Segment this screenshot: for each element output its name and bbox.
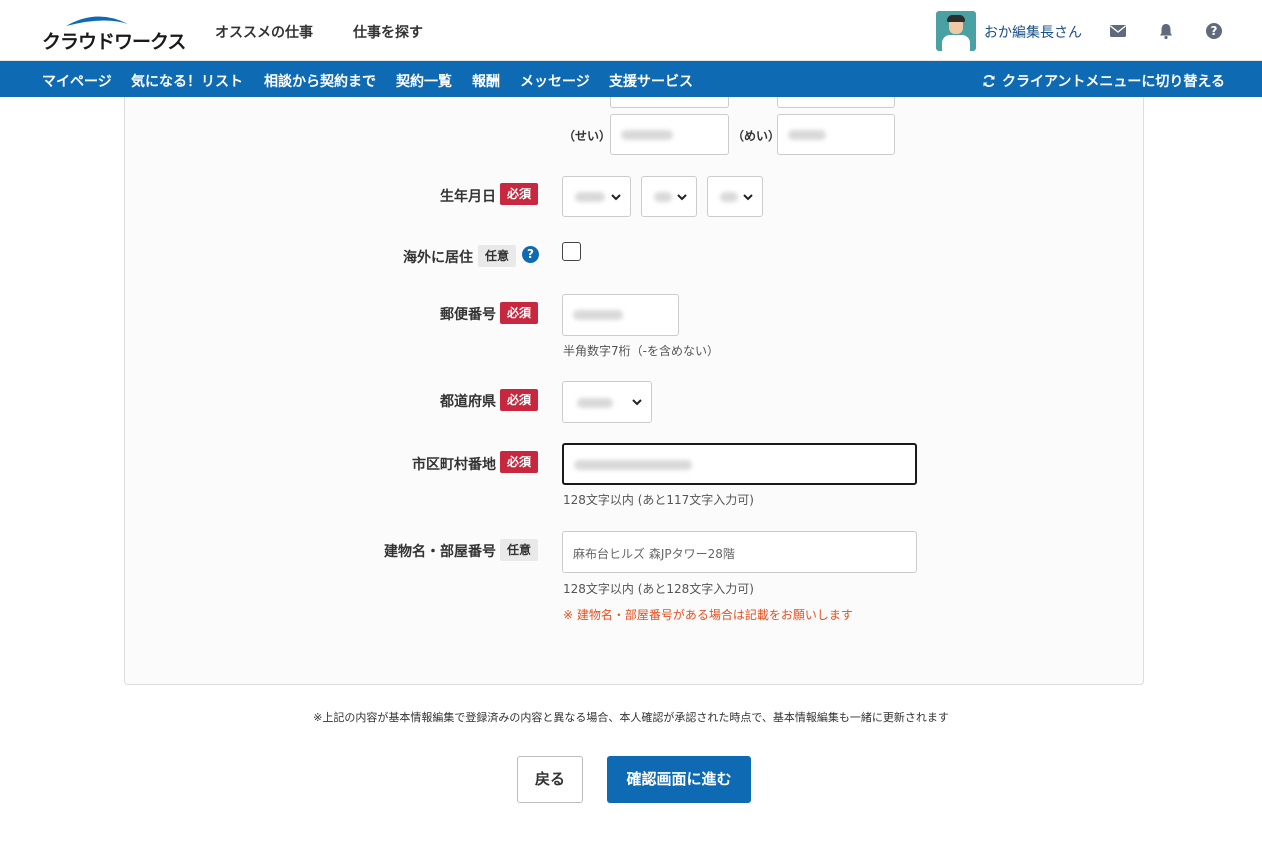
postal-code-label: 郵便番号	[440, 307, 496, 323]
switch-client-menu[interactable]: クライアントメニューに切り替える	[982, 71, 1225, 91]
first-name-kana-input[interactable]	[777, 114, 895, 155]
city-address-hint: 128文字以内 (あと117文字入力可)	[563, 493, 754, 507]
required-badge: 必須	[500, 451, 539, 473]
nav-mypage[interactable]: マイページ	[42, 71, 112, 91]
birthdate-label: 生年月日	[440, 189, 496, 205]
nav-messages[interactable]: メッセージ	[520, 71, 590, 91]
required-badge: 必須	[500, 183, 539, 205]
envelope-icon[interactable]	[1109, 22, 1127, 40]
building-placeholder: 麻布台ヒルズ 森JPタワー28階	[573, 547, 735, 561]
kana-mei-label: （めい）	[732, 129, 781, 143]
back-button[interactable]: 戻る	[517, 756, 583, 803]
required-badge: 必須	[500, 302, 539, 324]
required-badge: 必須	[500, 389, 539, 411]
first-name-input-upper[interactable]	[777, 97, 895, 108]
kana-sei-label: （せい）	[563, 129, 612, 143]
switch-client-menu-label: クライアントメニューに切り替える	[1001, 74, 1225, 90]
prefecture-select[interactable]	[562, 381, 652, 423]
refresh-icon	[983, 75, 995, 87]
optional-badge: 任意	[500, 539, 539, 561]
postal-code-input[interactable]	[562, 294, 679, 336]
chevron-down-icon	[632, 399, 642, 406]
bell-icon[interactable]	[1157, 22, 1175, 40]
user-name[interactable]: おか編集長さん	[984, 22, 1082, 42]
top-header: クラウドワークス オススメの仕事 仕事を探す おか編集長さん ?	[0, 0, 1262, 61]
nav-support-services[interactable]: 支援サービス	[609, 71, 693, 91]
chevron-down-icon	[677, 193, 687, 200]
crowdworks-logo[interactable]: クラウドワークス	[42, 12, 186, 53]
optional-badge: 任意	[478, 245, 517, 267]
overseas-checkbox[interactable]	[562, 242, 581, 261]
postal-code-hint: 半角数字7桁（-を含めない）	[563, 344, 719, 358]
last-name-input-upper[interactable]	[610, 97, 729, 108]
building-label: 建物名・部屋番号	[384, 544, 496, 560]
birth-day-select[interactable]	[707, 176, 763, 217]
nav-rewards[interactable]: 報酬	[472, 71, 500, 91]
avatar[interactable]	[936, 11, 976, 51]
update-note: ※上記の内容が基本情報編集で登録済みの内容と異なる場合、本人確認が承認された時点…	[313, 711, 949, 724]
logo-text: クラウドワークス	[42, 31, 186, 53]
svg-text:?: ?	[1211, 24, 1218, 38]
birth-month-select[interactable]	[641, 176, 697, 217]
help-icon[interactable]: ?	[1205, 22, 1223, 40]
city-address-input[interactable]	[562, 443, 917, 485]
building-hint: 128文字以内 (あと128文字入力可)	[563, 582, 754, 596]
proceed-to-confirm-button[interactable]: 確認画面に進む	[607, 756, 751, 803]
main-nav-bar: マイページ 気になる！リスト 相談から契約まで 契約一覧 報酬 メッセージ 支援…	[0, 61, 1262, 97]
prefecture-label: 都道府県	[440, 394, 496, 410]
city-address-label: 市区町村番地	[412, 457, 496, 473]
nav-consult-to-contract[interactable]: 相談から契約まで	[264, 71, 376, 91]
chevron-down-icon	[611, 193, 621, 200]
nav-contracts[interactable]: 契約一覧	[396, 71, 452, 91]
nav-recommended-jobs[interactable]: オススメの仕事	[215, 22, 313, 42]
building-warning: ※ 建物名・部屋番号がある場合は記載をお願いします	[563, 608, 853, 622]
last-name-kana-input[interactable]	[610, 114, 729, 155]
nav-find-jobs[interactable]: 仕事を探す	[353, 22, 423, 42]
building-input[interactable]: 麻布台ヒルズ 森JPタワー28階	[562, 531, 917, 573]
help-question-icon[interactable]: ?	[522, 246, 539, 263]
chevron-down-icon	[743, 193, 753, 200]
overseas-label: 海外に居住	[403, 250, 473, 266]
logo-arc-icon	[66, 16, 128, 26]
nav-favorites[interactable]: 気になる！リスト	[131, 71, 243, 91]
birth-year-select[interactable]	[562, 176, 631, 217]
